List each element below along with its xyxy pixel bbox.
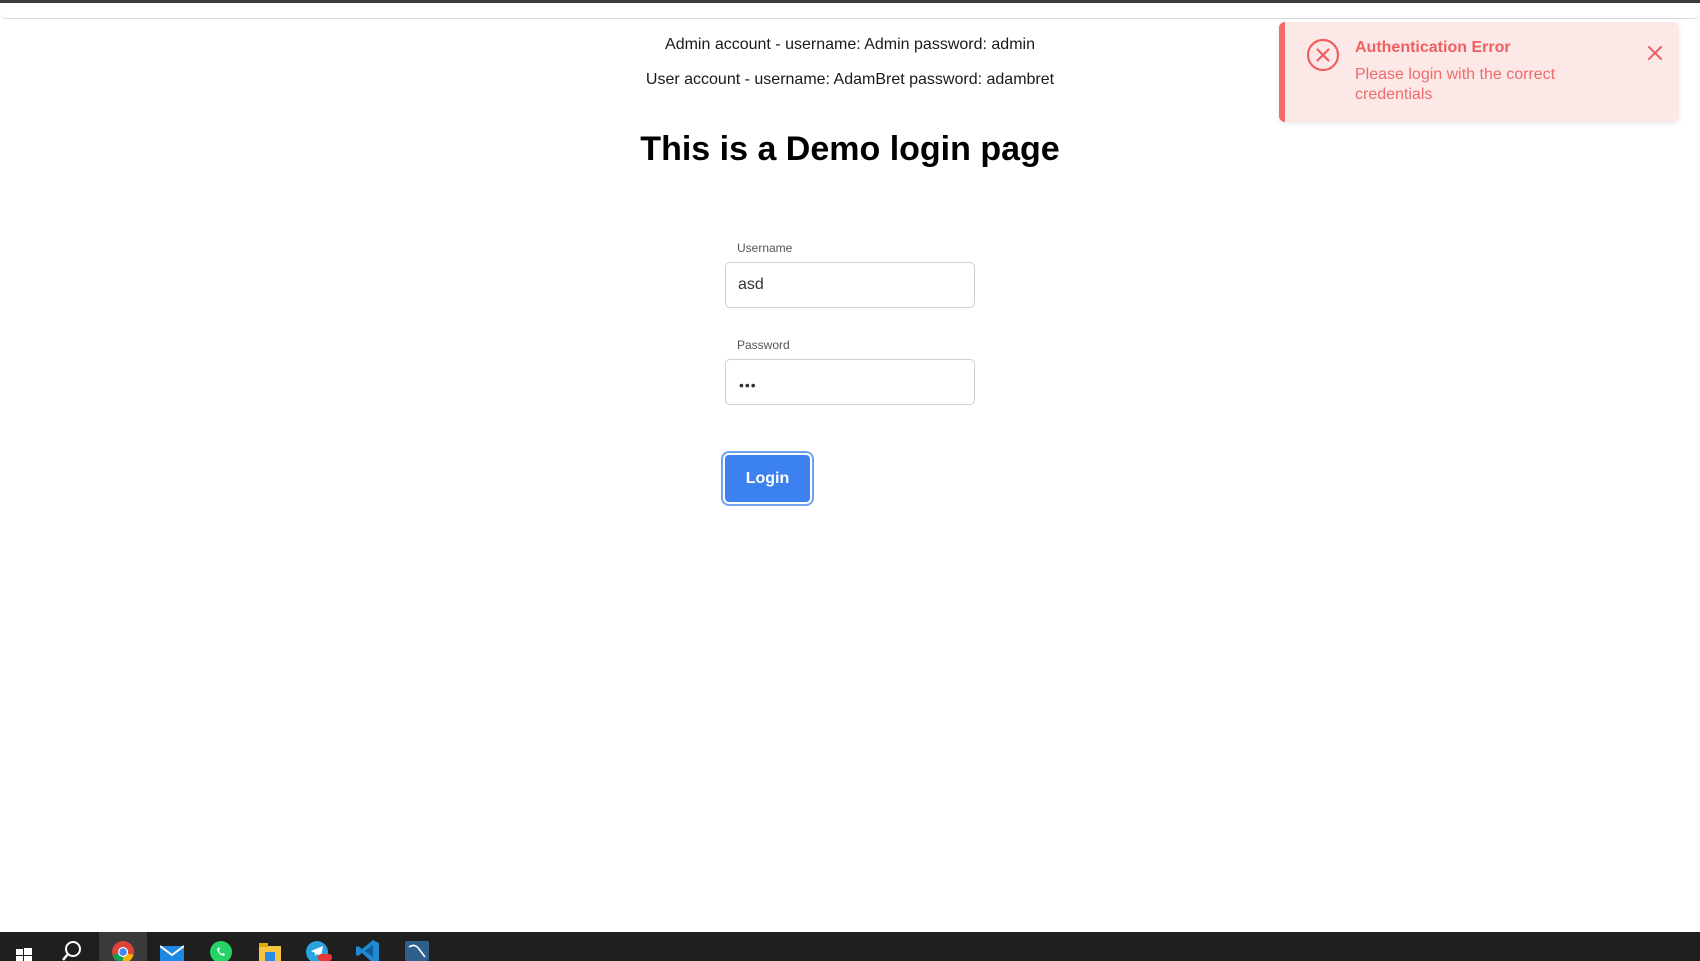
browser-top-strip [0, 0, 1700, 19]
toast-message: Please login with the correct credential… [1355, 66, 1556, 103]
whatsapp-icon[interactable] [197, 932, 245, 961]
windows-start-icon[interactable] [0, 932, 48, 961]
telegram-icon[interactable] [295, 932, 343, 961]
error-circle-icon [1306, 38, 1340, 72]
search-icon[interactable] [48, 932, 96, 961]
username-label: Username [737, 241, 793, 255]
password-masked-value: ••• [739, 377, 757, 393]
password-label: Password [737, 338, 790, 352]
authentication-error-toast: Authentication Error Please login with t… [1279, 22, 1679, 122]
chrome-icon[interactable] [99, 932, 147, 961]
windows-taskbar [0, 932, 1700, 961]
page-title: This is a Demo login page [640, 130, 1060, 168]
mail-icon[interactable] [148, 932, 196, 961]
mysql-workbench-icon[interactable] [393, 932, 441, 961]
toast-title: Authentication Error [1355, 39, 1511, 56]
file-explorer-icon[interactable] [246, 932, 294, 961]
close-icon[interactable] [1646, 44, 1664, 62]
login-button[interactable]: Login [721, 451, 814, 506]
password-input[interactable] [725, 359, 975, 405]
username-input[interactable] [725, 262, 975, 308]
vscode-icon[interactable] [344, 932, 392, 961]
